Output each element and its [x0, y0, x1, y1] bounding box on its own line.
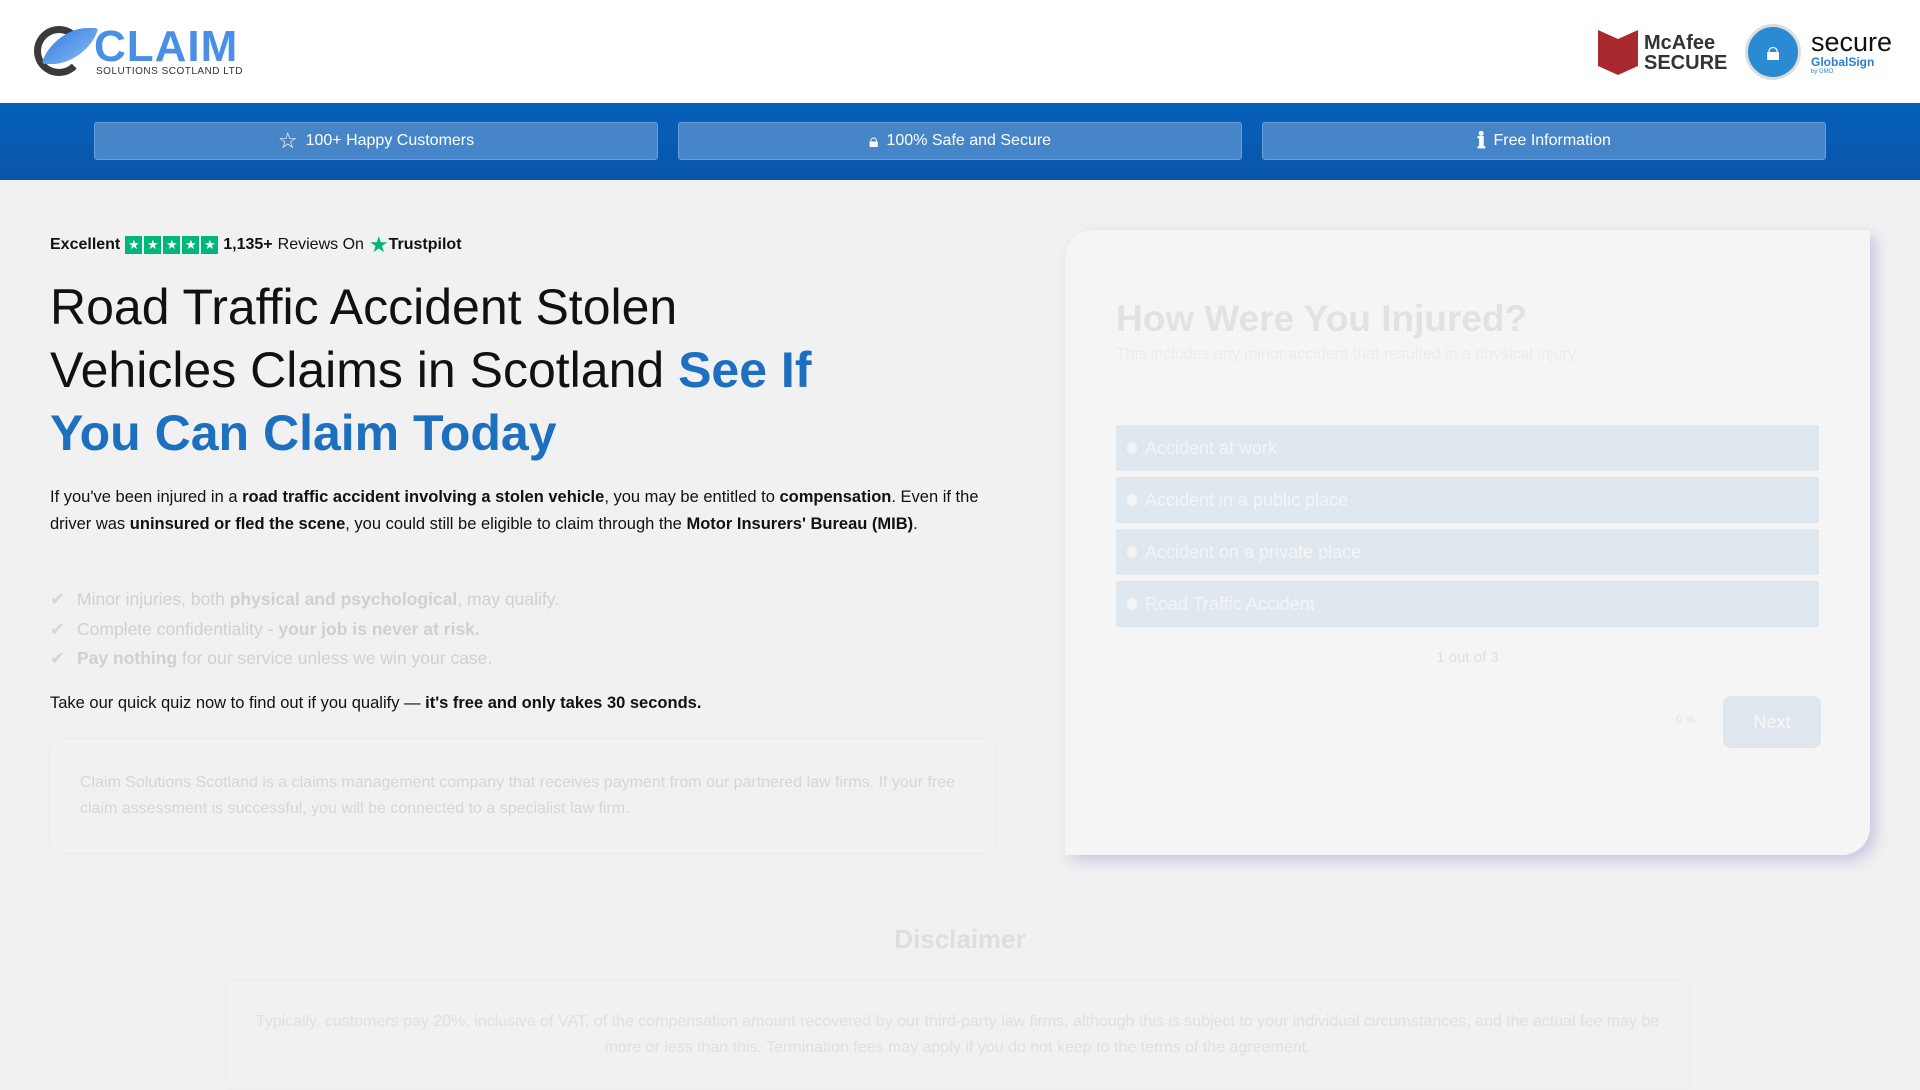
pill-label: 100+ Happy Customers: [305, 132, 475, 149]
company-notice: Claim Solutions Scotland is a claims man…: [50, 740, 995, 852]
star-icon: ☆: [277, 128, 298, 153]
check-icon: ✔: [50, 618, 65, 639]
disclaimer-body: Typically, customers pay 20%, inclusive …: [255, 1013, 1660, 1056]
intro-paragraph: If you've been injured in a road traffic…: [50, 488, 979, 533]
next-button[interactable]: Next: [1723, 696, 1821, 748]
option-accident-at-work[interactable]: Accident at work: [1116, 425, 1819, 471]
free-information-pill: ℹ︎ Free Information: [1262, 122, 1826, 160]
mcafee-line2: SECURE: [1644, 51, 1728, 74]
logo-subtitle: SOLUTIONS SCOTLAND LTD: [96, 66, 243, 77]
quiz-title: How Were You Injured?: [1116, 298, 1528, 339]
gs-globalsign: GlobalSign: [1811, 55, 1875, 69]
info-icon: ℹ︎: [1477, 128, 1486, 153]
trustpilot-star-icon: ★: [368, 232, 389, 257]
trustpilot-brand: Trustpilot: [388, 236, 462, 253]
lock-icon: 🔒︎: [868, 130, 879, 151]
quiz-cta: Take our quick quiz now to find out if y…: [50, 694, 702, 712]
list-item: ✔ Minor injuries, both physical and psych…: [50, 585, 559, 615]
gs-secure: secure: [1811, 27, 1893, 57]
option-road-traffic[interactable]: Road Traffic Accident: [1116, 581, 1819, 627]
quiz-card: How Were You Injured? This includes any …: [1065, 230, 1870, 855]
headline-text: Road Traffic Accident Stolen Vehicles Cl…: [50, 279, 679, 398]
trustpilot-rating[interactable]: Excellent ★ ★ ★ ★ ★ 1,135+ Reviews On ★ Trust…: [50, 232, 462, 258]
pill-label: Free Information: [1493, 132, 1611, 149]
globalsign-badge: 🔒︎ secure GlobalSign by GMO: [1745, 24, 1892, 80]
site-header: CLAIM SOLUTIONS SCOTLAND LTD McAfee SECUR…: [0, 0, 1920, 103]
quiz-subtitle: This includes any minor accident that re…: [1116, 346, 1576, 363]
page-headline: Road Traffic Accident Stolen Vehicles Cl…: [50, 276, 850, 465]
check-icon: ✔: [50, 589, 65, 609]
radio-icon: [1127, 442, 1137, 454]
safe-secure-pill: 🔒︎ 100% Safe and Secure: [678, 122, 1242, 160]
reviews-on: Reviews On: [277, 236, 364, 253]
list-item: ✔ Pay nothing for our service unless we w…: [50, 644, 559, 674]
review-count: 1,135+: [223, 236, 273, 253]
check-icon: ✔: [50, 648, 65, 668]
radio-icon: [1127, 598, 1137, 610]
rating-label: Excellent: [50, 236, 121, 253]
disclaimer-title: Disclaimer: [894, 924, 1026, 954]
padlock-icon: 🔒︎: [1745, 24, 1801, 80]
progress-percent: 0 %: [1676, 714, 1695, 726]
option-private-place[interactable]: Accident on a private place: [1116, 529, 1819, 575]
gs-gmo: by GMO: [1811, 69, 1834, 75]
radio-icon: [1127, 546, 1137, 558]
mcafee-secure-badge: McAfee SECURE: [1598, 30, 1727, 75]
five-stars-icon: ★ ★ ★ ★ ★: [125, 236, 219, 254]
mcafee-line1: McAfee: [1644, 31, 1716, 54]
claim-logo[interactable]: CLAIM SOLUTIONS SCOTLAND LTD: [34, 22, 244, 80]
option-public-place[interactable]: Accident in a public place: [1116, 477, 1819, 523]
disclaimer-text: Typically, customers pay 20%, inclusive …: [225, 980, 1690, 1090]
trust-band: ☆ 100+ Happy Customers 🔒︎ 100% Safe and Se…: [0, 103, 1920, 180]
step-counter: 1 out of 3: [1436, 649, 1499, 666]
list-item: ✔ Complete confidentiality - your job is …: [50, 615, 559, 645]
mcafee-shield-icon: [1598, 30, 1638, 75]
pill-label: 100% Safe and Secure: [886, 132, 1052, 149]
radio-icon: [1127, 494, 1137, 506]
benefits-list: ✔ Minor injuries, both physical and psych…: [50, 585, 559, 674]
logo-word: CLAIM: [94, 22, 239, 71]
happy-customers-pill: ☆ 100+ Happy Customers: [94, 122, 658, 160]
